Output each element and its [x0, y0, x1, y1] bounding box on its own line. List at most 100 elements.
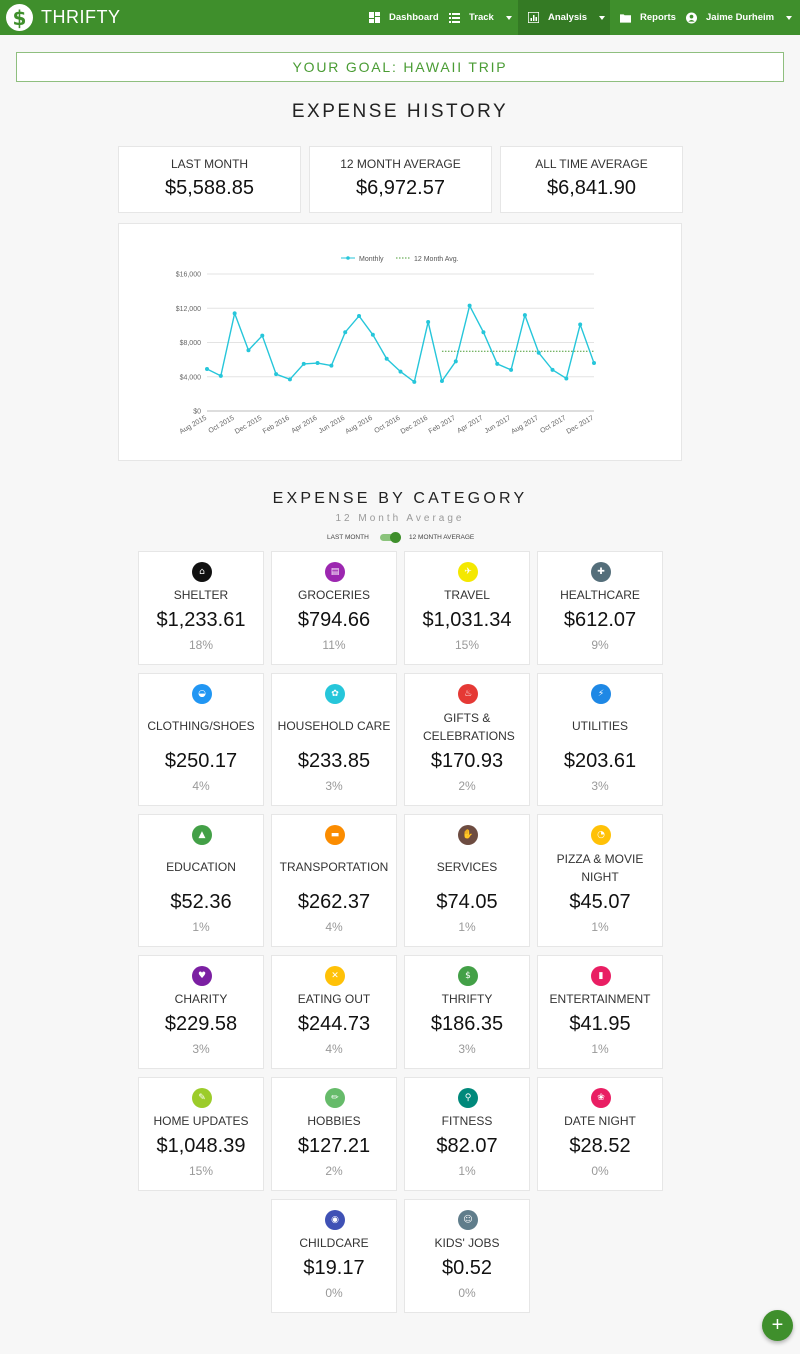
- category-card-shelter[interactable]: ⌂ SHELTER $1,233.61 18%: [138, 551, 264, 665]
- film-icon: ▮: [591, 966, 611, 986]
- data-point[interactable]: [398, 369, 403, 374]
- category-name: KIDS' JOBS: [434, 1236, 500, 1250]
- data-point[interactable]: [536, 350, 541, 355]
- category-percent: 4%: [325, 920, 343, 934]
- category-amount: $203.61: [563, 750, 637, 772]
- data-point[interactable]: [301, 361, 306, 366]
- category-card-fitness[interactable]: ⚲ FITNESS $82.07 1%: [404, 1077, 530, 1191]
- category-amount: $41.95: [569, 1013, 631, 1035]
- category-amount: $28.52: [569, 1135, 631, 1157]
- category-card-entertainment[interactable]: ▮ ENTERTAINMENT $41.95 1%: [537, 955, 663, 1069]
- data-point[interactable]: [412, 379, 417, 384]
- category-card-services[interactable]: ✋ SERVICES $74.05 1%: [404, 814, 530, 947]
- category-percent: 4%: [192, 779, 210, 793]
- data-point[interactable]: [592, 361, 596, 366]
- category-name: THRIFTY: [441, 992, 493, 1006]
- category-amount: $82.07: [436, 1135, 498, 1157]
- category-card-healthcare[interactable]: ✚ HEALTHCARE $612.07 9%: [537, 551, 663, 665]
- category-card-charity[interactable]: ♥ CHARITY $229.58 3%: [138, 955, 264, 1069]
- category-card-pizza-movie-night[interactable]: ◔ PIZZA & MOVIE NIGHT $45.07 1%: [537, 814, 663, 947]
- category-card-groceries[interactable]: ▤ GROCERIES $794.66 11%: [271, 551, 397, 665]
- category-name: HEALTHCARE: [560, 588, 640, 602]
- dollar-icon: $: [458, 966, 478, 986]
- add-button[interactable]: +: [762, 1310, 793, 1341]
- expense-by-category-subtitle: 12 Month Average: [335, 513, 465, 524]
- nav-reports[interactable]: Reports: [620, 0, 676, 35]
- category-amount: $233.85: [297, 750, 371, 772]
- category-amount: $74.05: [436, 891, 498, 913]
- data-point[interactable]: [439, 379, 444, 384]
- category-percent: 11%: [322, 638, 346, 652]
- category-percent: 9%: [591, 638, 609, 652]
- category-amount: $45.07: [569, 891, 631, 913]
- category-card-childcare[interactable]: ◉ CHILDCARE $19.17 0%: [271, 1199, 397, 1313]
- data-point[interactable]: [246, 348, 251, 353]
- category-card-clothing-shoes[interactable]: ◒ CLOTHING/SHOES $250.17 4%: [138, 673, 264, 806]
- chevron-down-icon: [599, 15, 606, 20]
- category-card-thrifty[interactable]: $ THRIFTY $186.35 3%: [404, 955, 530, 1069]
- x-tick-label: Apr 2017: [456, 415, 484, 435]
- data-point[interactable]: [550, 367, 555, 372]
- rose-icon: ❀: [591, 1088, 611, 1108]
- car-icon: ▬: [325, 825, 345, 845]
- y-tick-label: $12,000: [176, 306, 201, 313]
- chart-y-axis: $0 $4,000 $8,000 $12,000 $16,000: [176, 272, 201, 416]
- dashboard-icon: [369, 12, 380, 23]
- nav-reports-label: Reports: [640, 12, 676, 23]
- data-point[interactable]: [232, 311, 237, 316]
- data-point[interactable]: [578, 322, 583, 327]
- x-tick-label: Oct 2016: [373, 415, 401, 435]
- data-point[interactable]: [370, 332, 375, 337]
- data-point[interactable]: [329, 363, 334, 368]
- data-point[interactable]: [522, 313, 527, 318]
- data-point[interactable]: [218, 373, 223, 378]
- category-card-date-night[interactable]: ❀ DATE NIGHT $28.52 0%: [537, 1077, 663, 1191]
- graduation-cap-icon: ▲: [192, 825, 212, 845]
- x-tick-label: Feb 2016: [262, 415, 291, 436]
- category-card-gifts-celebrations[interactable]: ♨ GIFTS & CELEBRATIONS $170.93 2%: [404, 673, 530, 806]
- category-card-utilities[interactable]: ⚡ UTILITIES $203.61 3%: [537, 673, 663, 806]
- data-point[interactable]: [205, 367, 209, 372]
- data-point[interactable]: [274, 372, 279, 377]
- nav-dashboard[interactable]: Dashboard: [369, 0, 439, 35]
- data-point[interactable]: [467, 303, 472, 308]
- category-amount: $1,031.34: [422, 609, 512, 631]
- airplane-icon: ✈: [458, 562, 478, 582]
- data-point[interactable]: [481, 330, 486, 335]
- bar-chart-icon: [528, 12, 539, 23]
- category-card-eating-out[interactable]: ✕ EATING OUT $244.73 4%: [271, 955, 397, 1069]
- data-point[interactable]: [315, 361, 320, 366]
- goal-banner[interactable]: YOUR GOAL: HAWAII TRIP: [16, 52, 784, 82]
- bicycle-icon: ⚲: [458, 1088, 478, 1108]
- toggle-switch-knob[interactable]: [390, 532, 401, 543]
- data-point[interactable]: [343, 330, 348, 335]
- data-point[interactable]: [453, 359, 458, 364]
- data-point[interactable]: [495, 361, 500, 366]
- data-point[interactable]: [357, 313, 362, 318]
- data-point[interactable]: [426, 319, 431, 324]
- data-point[interactable]: [260, 333, 265, 338]
- nav-track-label: Track: [469, 12, 494, 23]
- data-point[interactable]: [564, 376, 569, 381]
- category-card-kids-jobs[interactable]: ☺ KIDS' JOBS $0.52 0%: [404, 1199, 530, 1313]
- category-card-transportation[interactable]: ▬ TRANSPORTATION $262.37 4%: [271, 814, 397, 947]
- x-tick-label: Apr 2016: [290, 415, 318, 435]
- data-point[interactable]: [287, 377, 292, 382]
- data-point[interactable]: [509, 367, 514, 372]
- y-tick-label: $0: [193, 409, 201, 416]
- nav-user-menu[interactable]: Jaime Durheim: [686, 0, 793, 35]
- category-name: CHILDCARE: [299, 1236, 369, 1250]
- nav-analysis[interactable]: Analysis: [518, 0, 610, 35]
- brand[interactable]: $ THRIFTY: [6, 4, 121, 31]
- category-percent: 3%: [591, 779, 609, 793]
- category-card-household-care[interactable]: ✿ HOUSEHOLD CARE $233.85 3%: [271, 673, 397, 806]
- category-card-home-updates[interactable]: ✎ HOME UPDATES $1,048.39 15%: [138, 1077, 264, 1191]
- category-card-education[interactable]: ▲ EDUCATION $52.36 1%: [138, 814, 264, 947]
- category-card-hobbies[interactable]: ✏ HOBBIES $127.21 2%: [271, 1077, 397, 1191]
- category-amount: $244.73: [297, 1013, 371, 1035]
- nav-track[interactable]: Track: [449, 0, 512, 35]
- category-card-travel[interactable]: ✈ TRAVEL $1,031.34 15%: [404, 551, 530, 665]
- data-point[interactable]: [384, 356, 389, 361]
- chart-legend: Monthly 12 Month Avg.: [341, 256, 459, 263]
- category-percent: 1%: [591, 1042, 609, 1056]
